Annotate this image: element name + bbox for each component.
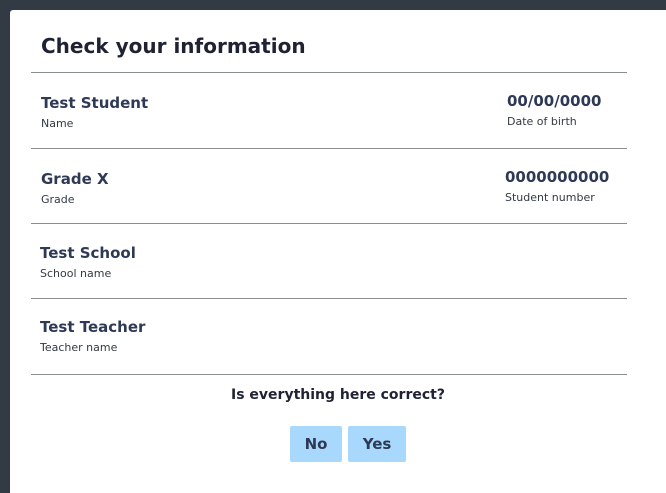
student-number-value: 0000000000 (505, 168, 610, 186)
name-field: Test Student Name (41, 94, 148, 131)
yes-button[interactable]: Yes (348, 426, 406, 462)
dialog-title: Check your information (41, 34, 306, 58)
grade-field: Grade X Grade (41, 170, 109, 207)
divider (31, 298, 627, 299)
divider (31, 374, 627, 375)
name-label: Name (41, 117, 74, 130)
dob-field: 00/00/0000 Date of birth (507, 92, 601, 129)
school-value: Test School (40, 244, 136, 262)
student-number-label: Student number (505, 191, 595, 204)
school-label: School name (40, 267, 112, 280)
dob-value: 00/00/0000 (507, 92, 602, 110)
school-field: Test School School name (40, 244, 136, 281)
divider (31, 72, 627, 73)
teacher-field: Test Teacher Teacher name (40, 318, 145, 355)
dob-label: Date of birth (507, 115, 577, 128)
divider (31, 223, 627, 224)
teacher-label: Teacher name (40, 341, 118, 354)
confirm-question: Is everything here correct? (231, 387, 445, 403)
grade-value: Grade X (41, 170, 109, 188)
name-value: Test Student (41, 94, 149, 112)
grade-label: Grade (41, 193, 75, 206)
no-button[interactable]: No (290, 426, 342, 462)
divider (31, 148, 627, 149)
student-number-field: 0000000000 Student number (505, 168, 609, 205)
teacher-value: Test Teacher (40, 318, 146, 336)
